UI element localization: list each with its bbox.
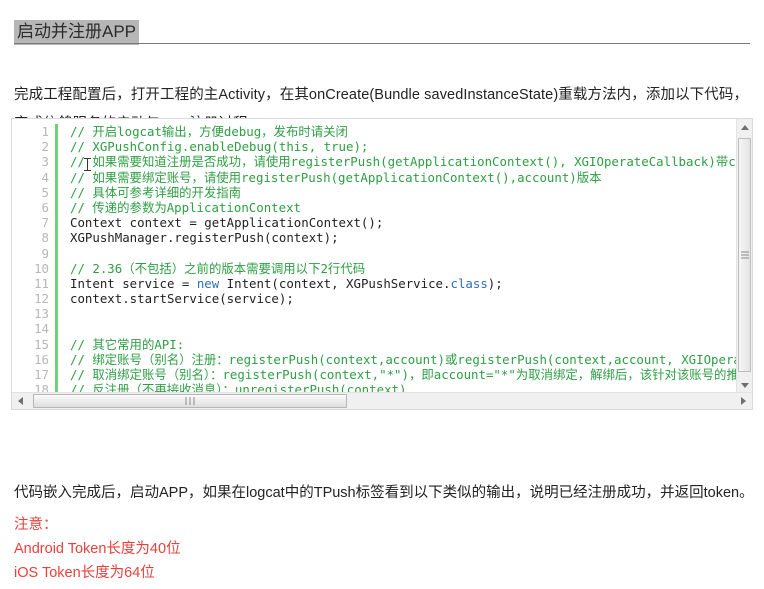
- horizontal-scrollbar-thumb[interactable]: [33, 394, 347, 408]
- line-number: 1: [41, 124, 49, 139]
- code-line[interactable]: [70, 306, 738, 321]
- line-number: 13: [34, 306, 49, 322]
- horizontal-thumb-grip-icon: [185, 397, 195, 405]
- code-line[interactable]: Context context = getApplicationContext(…: [70, 215, 738, 230]
- code-block[interactable]: 1234567891011121314151617181920 // 开启log…: [11, 118, 753, 410]
- page-title-container: 启动并注册APP: [0, 9, 764, 57]
- vertical-scrollbar-thumb[interactable]: [738, 138, 751, 372]
- code-line[interactable]: Intent service = new Intent(context, XGP…: [70, 276, 738, 291]
- line-number: 12: [34, 291, 49, 307]
- scroll-right-arrow-icon[interactable]: [735, 393, 752, 409]
- code-line[interactable]: // 2.36（不包括）之前的版本需要调用以下2行代码: [70, 261, 738, 276]
- note-label: 注意：: [14, 516, 58, 533]
- vertical-thumb-grip-icon: [740, 251, 749, 259]
- line-number: 7: [41, 215, 49, 231]
- line-number: 17: [34, 367, 49, 382]
- line-number: 2: [41, 139, 49, 155]
- code-line[interactable]: // 开启logcat输出，方便debug，发布时请关闭: [70, 124, 738, 139]
- line-number: 10: [34, 260, 49, 276]
- page-title: 启动并注册APP: [14, 20, 140, 46]
- line-number: 5: [41, 184, 49, 200]
- code-line[interactable]: context.startService(service);: [70, 291, 738, 306]
- code-line[interactable]: // 如果需要知道注册是否成功，请使用registerPush(getAppli…: [70, 154, 738, 169]
- scroll-down-arrow-icon[interactable]: [737, 377, 752, 393]
- code-line[interactable]: [70, 321, 738, 336]
- note-android-token: Android Token长度为40位: [14, 540, 181, 557]
- note-ios-token: iOS Token长度为64位: [14, 564, 155, 581]
- code-horizontal-scrollbar[interactable]: [12, 392, 752, 409]
- code-vertical-scrollbar[interactable]: [736, 119, 752, 393]
- scroll-left-arrow-icon[interactable]: [12, 393, 29, 409]
- line-number: 6: [41, 199, 49, 215]
- line-number: 15: [34, 336, 49, 352]
- line-number: 11: [34, 275, 49, 291]
- line-number: 4: [41, 169, 49, 185]
- code-line[interactable]: [70, 246, 738, 261]
- code-line[interactable]: // 取消绑定账号（别名）：registerPush(context,"*")，…: [70, 367, 738, 382]
- code-line[interactable]: // 绑定账号（别名）注册：registerPush(context,accou…: [70, 352, 738, 367]
- scroll-up-arrow-icon[interactable]: [737, 119, 752, 135]
- code-line[interactable]: // 具体可参考详细的开发指南: [70, 185, 738, 200]
- code-line[interactable]: XGPushManager.registerPush(context);: [70, 230, 738, 245]
- document-page: 启动并注册APP 完成工程配置后，打开工程的主Activity，在其onCrea…: [0, 0, 764, 589]
- title-divider: [14, 43, 750, 44]
- code-scroll-area[interactable]: 1234567891011121314151617181920 // 开启log…: [12, 119, 738, 393]
- line-number: 14: [34, 321, 49, 337]
- code-line[interactable]: // 其它常用的API:: [70, 337, 738, 352]
- line-number-gutter: 1234567891011121314151617181920: [12, 124, 58, 393]
- code-lines[interactable]: // 开启logcat输出，方便debug，发布时请关闭// XGPushCon…: [58, 124, 738, 393]
- line-number: 3: [41, 154, 49, 170]
- code-line[interactable]: // 传递的参数为ApplicationContext: [70, 200, 738, 215]
- line-number: 16: [34, 351, 49, 367]
- outro-paragraph: 代码嵌入完成后，启动APP，如果在logcat中的TPush标签看到以下类似的输…: [14, 484, 754, 501]
- code-line[interactable]: // 如果需要绑定账号，请使用registerPush(getApplicati…: [70, 170, 738, 185]
- code-line[interactable]: // XGPushConfig.enableDebug(this, true);: [70, 139, 738, 154]
- line-number: 8: [41, 230, 49, 246]
- line-number: 9: [41, 245, 49, 261]
- code-content: 1234567891011121314151617181920 // 开启log…: [12, 119, 738, 393]
